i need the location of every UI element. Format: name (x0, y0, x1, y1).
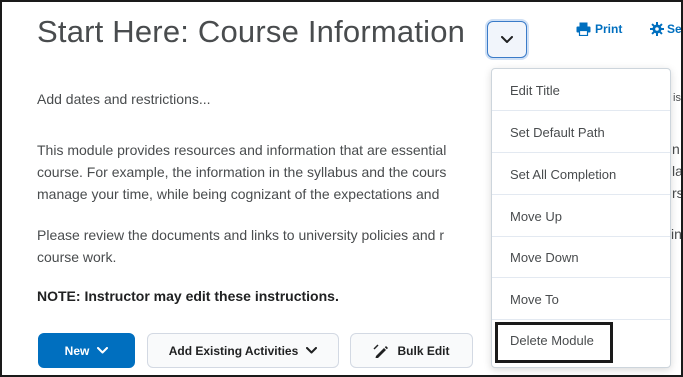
description-line: This module provides resources and infor… (37, 142, 447, 158)
menu-item-move-to[interactable]: Move To (492, 279, 670, 320)
settings-label: Se (667, 22, 682, 36)
menu-item-edit-title[interactable]: Edit Title (492, 70, 670, 111)
description-line: Please review the documents and links to… (37, 227, 444, 243)
add-existing-activities-button[interactable]: Add Existing Activities (147, 333, 339, 368)
bulk-edit-button[interactable]: Bulk Edit (350, 333, 473, 368)
printer-icon (576, 22, 591, 36)
chevron-down-icon (501, 35, 513, 44)
chevron-down-icon (97, 347, 109, 354)
clipped-text: in (671, 226, 682, 242)
clipped-text: isl (673, 92, 683, 104)
clipped-text: rs (672, 185, 683, 201)
description-line: course work. (37, 249, 117, 265)
menu-item-set-default-path[interactable]: Set Default Path (492, 112, 670, 153)
gear-icon (650, 22, 664, 36)
pencil-icon (373, 343, 389, 358)
chevron-down-icon (306, 347, 318, 354)
clipped-text: la (672, 163, 683, 179)
delete-module-highlight (495, 322, 613, 363)
print-button[interactable]: Print (576, 22, 622, 36)
bulk-edit-label: Bulk Edit (397, 343, 450, 358)
menu-item-move-down[interactable]: Move Down (492, 237, 670, 278)
clipped-text: n (672, 141, 680, 157)
add-dates-link[interactable]: Add dates and restrictions... (37, 91, 211, 107)
description-line: manage your time, while being cognizant … (37, 186, 440, 202)
page-title: Start Here: Course Information (37, 14, 466, 49)
title-options-button[interactable] (487, 21, 527, 58)
menu-item-set-all-completion[interactable]: Set All Completion (492, 154, 670, 195)
description-line: course. For example, the information in … (37, 164, 447, 180)
page-frame: Start Here: Course Information Print Se … (0, 0, 683, 377)
new-label: New (64, 343, 90, 358)
instructor-note: NOTE: Instructor may edit these instruct… (37, 288, 339, 304)
settings-button[interactable]: Se (650, 22, 682, 36)
new-button[interactable]: New (38, 333, 135, 368)
menu-item-move-up[interactable]: Move Up (492, 196, 670, 237)
add-existing-label: Add Existing Activities (168, 343, 299, 358)
print-label: Print (595, 22, 623, 36)
